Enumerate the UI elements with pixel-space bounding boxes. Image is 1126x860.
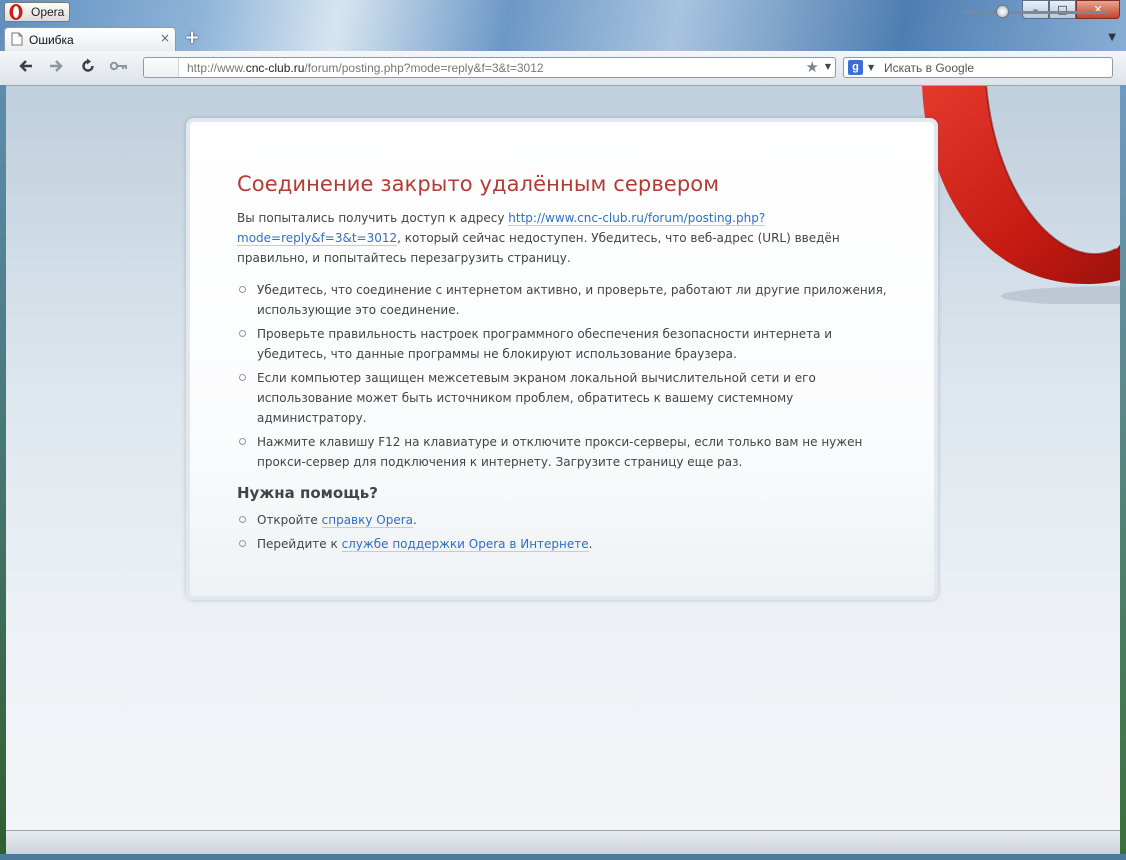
zoom-slider-track[interactable]	[962, 11, 1107, 14]
opera-logo-icon	[9, 4, 23, 20]
tip-text: Нажмите клавишу F12 на клавиатуре и откл…	[257, 435, 863, 469]
bookmark-star-icon[interactable]: ★	[806, 58, 819, 76]
list-item: Откройте справку Opera.	[237, 510, 897, 530]
intro-text-before: Вы попытались получить доступ к адресу	[237, 211, 509, 225]
search-placeholder: Искать в Google	[884, 61, 975, 75]
page-icon	[11, 32, 23, 46]
opera-menu-label: Opera	[31, 5, 65, 19]
forward-arrow-icon[interactable]	[46, 58, 66, 78]
new-tab-button[interactable]: +	[183, 28, 201, 48]
window-bottom-border	[0, 854, 1126, 860]
tip-text: Если компьютер защищен межсетевым экрано…	[257, 371, 816, 425]
navigation-toolbar: http://www.cnc-club.ru/forum/posting.php…	[0, 51, 1126, 86]
help-text-after: .	[588, 537, 593, 551]
error-intro: Вы попытались получить доступ к адресу h…	[237, 208, 897, 268]
back-arrow-icon[interactable]	[16, 58, 36, 78]
troubleshooting-list: Убедитесь, что соединение с интернетом а…	[237, 280, 897, 472]
list-item: Нажмите клавишу F12 на клавиатуре и откл…	[237, 432, 897, 472]
error-card: Соединение закрыто удалённым сервером Вы…	[186, 118, 938, 600]
list-item: Перейдите к службе поддержки Opera в Инт…	[237, 534, 897, 554]
tab-menu-chevron-icon[interactable]: ▼	[1108, 32, 1116, 43]
opera-menu-button[interactable]: Opera	[4, 2, 70, 22]
opera-support-link[interactable]: службе поддержки Opera в Интернете	[341, 537, 589, 552]
window-controls: – □ ✕	[1022, 0, 1120, 20]
help-heading: Нужна помощь?	[237, 484, 378, 502]
tip-text: Убедитесь, что соединение с интернетом а…	[257, 283, 887, 317]
search-engine-dropdown-icon[interactable]: ▼	[868, 63, 874, 72]
zoom-slider-thumb[interactable]	[996, 5, 1010, 18]
url-prefix: http://www.	[187, 61, 246, 75]
site-info-badge[interactable]	[144, 58, 179, 77]
bullet-icon	[239, 516, 246, 523]
help-text-before: Откройте	[257, 513, 322, 527]
tab-label: Ошибка	[29, 33, 74, 47]
error-card-content: Соединение закрыто удалённым сервером Вы…	[237, 172, 897, 558]
bullet-icon	[239, 374, 246, 381]
bullet-icon	[239, 286, 246, 293]
address-url[interactable]: http://www.cnc-club.ru/forum/posting.php…	[187, 61, 544, 75]
address-dropdown-icon[interactable]: ▼	[825, 62, 831, 71]
page-content: Соединение закрыто удалённым сервером Вы…	[6, 86, 1120, 830]
tip-text: Проверьте правильность настроек программ…	[257, 327, 833, 361]
status-bar	[6, 830, 1120, 855]
maximize-button[interactable]: □	[1049, 0, 1076, 19]
url-path: /forum/posting.php?mode=reply&f=3&t=3012	[304, 61, 544, 75]
google-search-engine-icon[interactable]: g	[848, 60, 863, 75]
list-item: Если компьютер защищен межсетевым экрано…	[237, 368, 897, 428]
address-bar[interactable]: http://www.cnc-club.ru/forum/posting.php…	[143, 57, 836, 78]
tab-error[interactable]: Ошибка ×	[4, 27, 176, 51]
close-window-button[interactable]: ✕	[1076, 0, 1120, 19]
reload-icon[interactable]	[78, 58, 98, 78]
url-host: cnc-club.ru	[245, 61, 305, 75]
list-item: Проверьте правильность настроек программ…	[237, 324, 897, 364]
opera-o-logo-graphic	[922, 86, 1120, 304]
bullet-icon	[239, 540, 246, 547]
opera-help-link[interactable]: справку Opera	[321, 513, 414, 528]
help-text-before: Перейдите к	[257, 537, 342, 551]
minimize-button[interactable]: –	[1022, 0, 1049, 19]
search-box[interactable]: g ▼ Искать в Google	[843, 57, 1113, 78]
wand-key-icon[interactable]	[109, 58, 129, 78]
error-title: Соединение закрыто удалённым сервером	[237, 172, 720, 196]
bullet-icon	[239, 330, 246, 337]
list-item: Убедитесь, что соединение с интернетом а…	[237, 280, 897, 320]
help-text-after: .	[413, 513, 417, 527]
help-list: Откройте справку Opera. Перейдите к служ…	[237, 510, 897, 554]
window-right-border	[1120, 85, 1126, 855]
tab-close-icon[interactable]: ×	[160, 31, 170, 45]
bullet-icon	[239, 438, 246, 445]
